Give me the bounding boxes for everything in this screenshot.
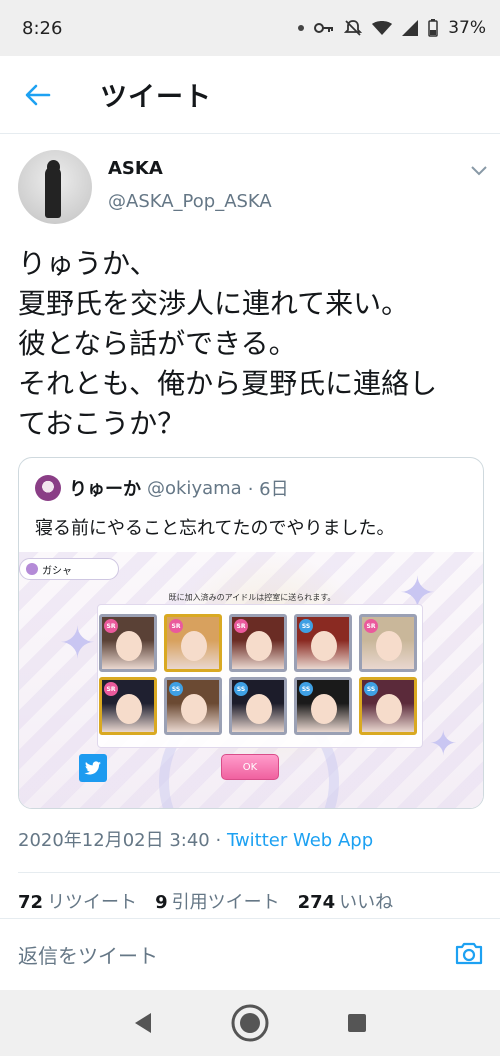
quotes-stat[interactable]: 9 引用ツイート: [155, 888, 280, 914]
idol-card-grid: SR SR SR SS SR SR SS SS SS SS: [99, 614, 419, 735]
more-options-button[interactable]: [470, 162, 488, 230]
quote-handle: @okiyama: [147, 477, 242, 499]
system-nav-bar: [0, 990, 500, 1056]
rarity-badge: SR: [104, 682, 118, 696]
rarity-badge: SS: [169, 682, 183, 696]
quote-image[interactable]: ✦ ✦ ✦ ガシャ 既に加入済みのアイドルは控室に送られます。 SR SR SR SS…: [19, 552, 483, 808]
idol-card: SS: [229, 677, 287, 735]
retweets-label: リツイート: [47, 892, 138, 913]
tweet-line: ておこうか？: [18, 407, 186, 440]
idol-face: [116, 694, 142, 724]
tweet-line: 夏野氏を交渉人に連れて来い。: [18, 287, 410, 320]
rarity-badge: SR: [169, 619, 183, 633]
gacha-tab-label: ガシャ: [42, 565, 72, 577]
divider: [18, 872, 500, 873]
page-title: ツイート: [100, 82, 212, 113]
rarity-badge: SS: [299, 619, 313, 633]
back-button[interactable]: [0, 56, 76, 134]
gacha-tab: ガシャ: [19, 558, 119, 580]
author-display-name[interactable]: ASKA: [108, 158, 272, 179]
app-header: ツイート: [0, 56, 500, 134]
idol-card: SS: [164, 677, 222, 735]
gacha-icon: [26, 563, 38, 575]
quoted-tweet[interactable]: りゅーか @okiyama · 6日 寝る前にやること忘れてたのでやりました。 …: [18, 457, 484, 809]
battery-percent: 37%: [448, 18, 486, 38]
retweets-count: 72: [18, 892, 44, 913]
idol-face: [116, 631, 142, 661]
twitter-share-button: [79, 754, 107, 782]
idol-face: [181, 631, 207, 661]
vpn-key-icon: [314, 21, 334, 35]
reply-input[interactable]: 返信をツイート: [18, 940, 158, 969]
rarity-badge: SS: [364, 682, 378, 696]
author-handle[interactable]: @ASKA_Pop_ASKA: [108, 191, 272, 212]
quotes-label: 引用ツイート: [171, 892, 280, 913]
quote-display-name: りゅーか: [69, 479, 141, 500]
idol-card: SS: [294, 614, 352, 672]
reply-composer[interactable]: 返信をツイート: [0, 918, 500, 990]
tweet-timestamp: 2020年12月02日 3:40 · Twitter Web App: [18, 826, 373, 852]
rarity-badge: SS: [234, 682, 248, 696]
status-time: 8:26: [22, 17, 63, 39]
idol-face: [246, 694, 272, 724]
gacha-notice: 既に加入済みのアイドルは控室に送られます。: [168, 593, 336, 602]
signal-icon: [402, 20, 419, 36]
nav-home-button[interactable]: [226, 999, 274, 1047]
idol-card: SS: [294, 677, 352, 735]
idol-face: [246, 631, 272, 661]
idol-face: [311, 631, 337, 661]
idol-card: SR: [99, 614, 157, 672]
rarity-badge: SS: [299, 682, 313, 696]
rarity-badge: SR: [234, 619, 248, 633]
idol-card: SS: [359, 677, 417, 735]
timestamp-date: 2020年12月02日 3:40: [18, 830, 210, 851]
arrow-left-icon: [25, 84, 51, 105]
likes-count: 274: [297, 892, 336, 913]
camera-icon: [455, 942, 483, 964]
likes-label: いいね: [339, 892, 394, 913]
tweet-body: りゅうか、 夏野氏を交渉人に連れて来い。 彼となら話ができる。 それとも、俺から…: [18, 244, 488, 444]
timestamp-separator: ·: [209, 830, 227, 851]
tweet-line: それとも、俺から夏野氏に連絡し: [18, 367, 438, 400]
sparkle-icon: ✦: [429, 724, 458, 764]
tweet-author: ASKA @ASKA_Pop_ASKA: [18, 150, 488, 230]
tweet-line: りゅうか、: [18, 247, 158, 280]
nav-back-button[interactable]: [119, 999, 167, 1047]
square-recents-icon: [347, 1014, 366, 1032]
idol-face: [311, 694, 337, 724]
mute-bell-icon: [344, 19, 363, 37]
rarity-badge: SR: [364, 619, 378, 633]
home-circle-icon: [231, 1004, 269, 1042]
tweet-stats: 72 リツイート 9 引用ツイート 274 いいね: [18, 888, 393, 914]
retweets-stat[interactable]: 72 リツイート: [18, 888, 137, 914]
rarity-badge: SR: [104, 619, 118, 633]
idol-card: SR: [164, 614, 222, 672]
idol-card: SR: [229, 614, 287, 672]
quote-age: · 6日: [247, 479, 289, 500]
battery-icon: [428, 19, 438, 37]
camera-button[interactable]: [454, 940, 484, 970]
author-avatar[interactable]: [18, 150, 92, 224]
tweet-line: 彼となら話ができる。: [18, 327, 297, 360]
idol-card: SR: [359, 614, 417, 672]
sparkle-icon: ✦: [59, 618, 96, 669]
idol-face: [376, 694, 402, 724]
tweet-source-link[interactable]: Twitter Web App: [227, 830, 373, 851]
nav-recents-button[interactable]: [333, 999, 381, 1047]
notification-dot-icon: [298, 25, 305, 31]
idol-face: [181, 694, 207, 724]
idol-card: SR: [99, 677, 157, 735]
quote-text: 寝る前にやること忘れてたのでやりました。: [35, 518, 395, 539]
quote-author: りゅーか @okiyama · 6日: [35, 474, 289, 502]
likes-stat[interactable]: 274 いいね: [298, 888, 394, 914]
quotes-count: 9: [155, 892, 168, 913]
wifi-icon: [372, 20, 393, 36]
idol-face: [376, 631, 402, 661]
status-bar: 8:26 37%: [0, 0, 500, 56]
triangle-back-icon: [135, 1013, 152, 1033]
quote-avatar: [35, 475, 61, 501]
ok-button: OK: [221, 754, 279, 780]
chevron-down-icon: [471, 166, 487, 176]
bird-icon: [84, 761, 101, 775]
